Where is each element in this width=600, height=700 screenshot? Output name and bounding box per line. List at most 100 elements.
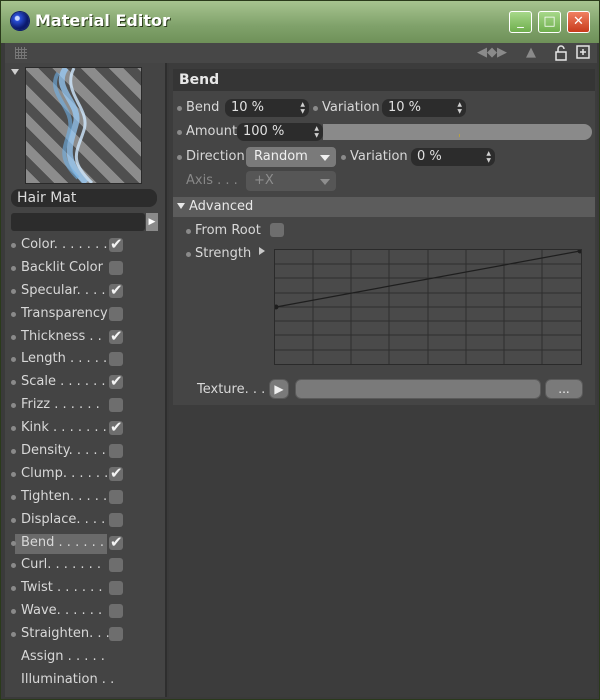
- channel-item[interactable]: Backlit Color: [5, 258, 165, 281]
- channel-item[interactable]: Specular. . . .: [5, 281, 165, 304]
- grip-icon[interactable]: [15, 47, 27, 59]
- material-name-field[interactable]: Hair Mat: [11, 189, 157, 207]
- channel-checkbox[interactable]: [109, 489, 123, 504]
- strength-curve-graph[interactable]: [273, 248, 583, 365]
- channel-item[interactable]: Frizz . . . . . .: [5, 395, 165, 418]
- channel-item[interactable]: Twist . . . . . .: [5, 578, 165, 601]
- channel-checkbox[interactable]: [109, 327, 123, 345]
- channel-animate-dot[interactable]: [11, 517, 16, 523]
- channel-item[interactable]: Scale . . . . . .: [5, 372, 165, 395]
- back-forward-arrows-icon[interactable]: ◀◆▶: [475, 45, 509, 61]
- texture-play-button[interactable]: ▶: [269, 379, 289, 399]
- channel-animate-dot[interactable]: [11, 471, 16, 477]
- channel-animate-dot[interactable]: [11, 288, 16, 294]
- channel-item[interactable]: Displace. . . .: [5, 510, 165, 533]
- channel-checkbox[interactable]: [109, 398, 123, 413]
- channel-animate-dot[interactable]: [11, 449, 16, 455]
- channel-item[interactable]: Assign . . . . .: [5, 647, 165, 670]
- channel-animate-dot[interactable]: [11, 334, 16, 340]
- amount-label: Amount: [186, 124, 238, 139]
- channel-checkbox[interactable]: [109, 260, 123, 275]
- channel-checkbox[interactable]: [109, 372, 123, 390]
- variation-animate-dot[interactable]: [313, 106, 318, 111]
- channel-checkbox[interactable]: [109, 281, 123, 299]
- channel-animate-dot[interactable]: [11, 563, 16, 569]
- channel-item[interactable]: Bend . . . . . .: [5, 533, 165, 556]
- channel-item[interactable]: Transparency: [5, 304, 165, 327]
- channel-checkbox[interactable]: [109, 464, 123, 482]
- channel-item[interactable]: Length . . . . .: [5, 349, 165, 372]
- direction-dropdown[interactable]: Random: [246, 147, 336, 167]
- curve-knot[interactable]: [273, 304, 279, 310]
- strength-animate-dot[interactable]: [186, 252, 191, 257]
- channel-checkbox[interactable]: [109, 444, 123, 459]
- maximize-button[interactable]: □: [538, 11, 561, 33]
- from-root-animate-dot[interactable]: [186, 229, 191, 234]
- title-bar[interactable]: Material Editor _ □ ✕: [1, 1, 599, 43]
- bend-value-field[interactable]: 10 % ▲ ▼: [225, 99, 309, 117]
- channel-animate-dot[interactable]: [11, 586, 16, 592]
- material-arrow-icon[interactable]: ▶: [146, 213, 158, 231]
- variation-value-field[interactable]: 10 % ▲ ▼: [382, 99, 466, 117]
- channel-checkbox[interactable]: [109, 581, 123, 596]
- channel-checkbox[interactable]: [109, 533, 123, 551]
- expand-right-icon[interactable]: [259, 247, 265, 255]
- channel-checkbox[interactable]: [109, 512, 123, 527]
- channel-item[interactable]: Kink . . . . . . .: [5, 418, 165, 441]
- channel-label: Tighten. . . . .: [21, 488, 108, 504]
- curve-knot[interactable]: [577, 248, 583, 254]
- channel-checkbox[interactable]: [109, 235, 123, 253]
- spinner-icon[interactable]: ▲ ▼: [457, 101, 462, 115]
- channel-item[interactable]: Thickness . .: [5, 327, 165, 350]
- channel-animate-dot[interactable]: [11, 243, 16, 248]
- amount-animate-dot[interactable]: [177, 130, 182, 135]
- amount-value-field[interactable]: 100 % ▲ ▼: [237, 123, 323, 141]
- direction-variation-animate-dot[interactable]: [341, 155, 346, 160]
- channel-animate-dot[interactable]: [11, 632, 16, 638]
- channel-item[interactable]: Color. . . . . . .: [5, 235, 165, 258]
- channel-item[interactable]: Density. . . . .: [5, 441, 165, 464]
- from-root-checkbox[interactable]: [270, 223, 284, 237]
- channel-label: Wave. . . . . .: [21, 603, 103, 619]
- texture-path-field[interactable]: [295, 379, 541, 399]
- collapse-triangle-icon[interactable]: [11, 69, 19, 75]
- lock-icon[interactable]: [553, 45, 569, 61]
- channel-item[interactable]: Tighten. . . . .: [5, 487, 165, 510]
- channel-item[interactable]: Curl. . . . . . .: [5, 555, 165, 578]
- close-button[interactable]: ✕: [567, 11, 590, 33]
- channel-checkbox[interactable]: [109, 558, 123, 573]
- bend-animate-dot[interactable]: [177, 106, 182, 111]
- channel-checkbox[interactable]: [109, 352, 123, 367]
- new-window-icon[interactable]: [575, 45, 591, 61]
- channel-animate-dot[interactable]: [11, 311, 16, 317]
- spinner-icon[interactable]: ▲ ▼: [314, 125, 319, 139]
- channel-item[interactable]: Wave. . . . . .: [5, 601, 165, 624]
- direction-variation-field[interactable]: 0 % ▲ ▼: [411, 148, 495, 166]
- texture-browse-button[interactable]: ...: [545, 379, 583, 399]
- channel-animate-dot[interactable]: [11, 403, 16, 409]
- advanced-group-header[interactable]: Advanced: [173, 197, 595, 217]
- spinner-icon[interactable]: ▲ ▼: [300, 101, 305, 115]
- material-preview[interactable]: [25, 66, 142, 186]
- channel-animate-dot[interactable]: [11, 609, 16, 615]
- channel-animate-dot[interactable]: [11, 494, 16, 500]
- axis-value: +X: [254, 173, 274, 188]
- channel-animate-dot[interactable]: [11, 426, 16, 432]
- channel-item[interactable]: Clump. . . . . .: [5, 464, 165, 487]
- up-arrow-icon[interactable]: ▲: [523, 45, 539, 61]
- channel-checkbox[interactable]: [109, 306, 123, 321]
- channel-animate-dot[interactable]: [11, 265, 16, 271]
- channel-animate-dot[interactable]: [11, 357, 16, 363]
- amount-slider[interactable]: [323, 124, 592, 140]
- direction-animate-dot[interactable]: [177, 155, 182, 160]
- channel-item[interactable]: Straighten. . .: [5, 624, 165, 647]
- minimize-button[interactable]: _: [509, 11, 532, 33]
- channel-animate-dot[interactable]: [11, 380, 16, 386]
- channel-checkbox[interactable]: [109, 604, 123, 619]
- channel-checkbox[interactable]: [109, 627, 123, 642]
- channel-item[interactable]: Illumination . .: [5, 670, 165, 693]
- channel-checkbox[interactable]: [109, 418, 123, 436]
- channel-animate-dot[interactable]: [11, 540, 16, 546]
- material-path-field[interactable]: [11, 213, 145, 231]
- spinner-icon[interactable]: ▲ ▼: [486, 150, 491, 164]
